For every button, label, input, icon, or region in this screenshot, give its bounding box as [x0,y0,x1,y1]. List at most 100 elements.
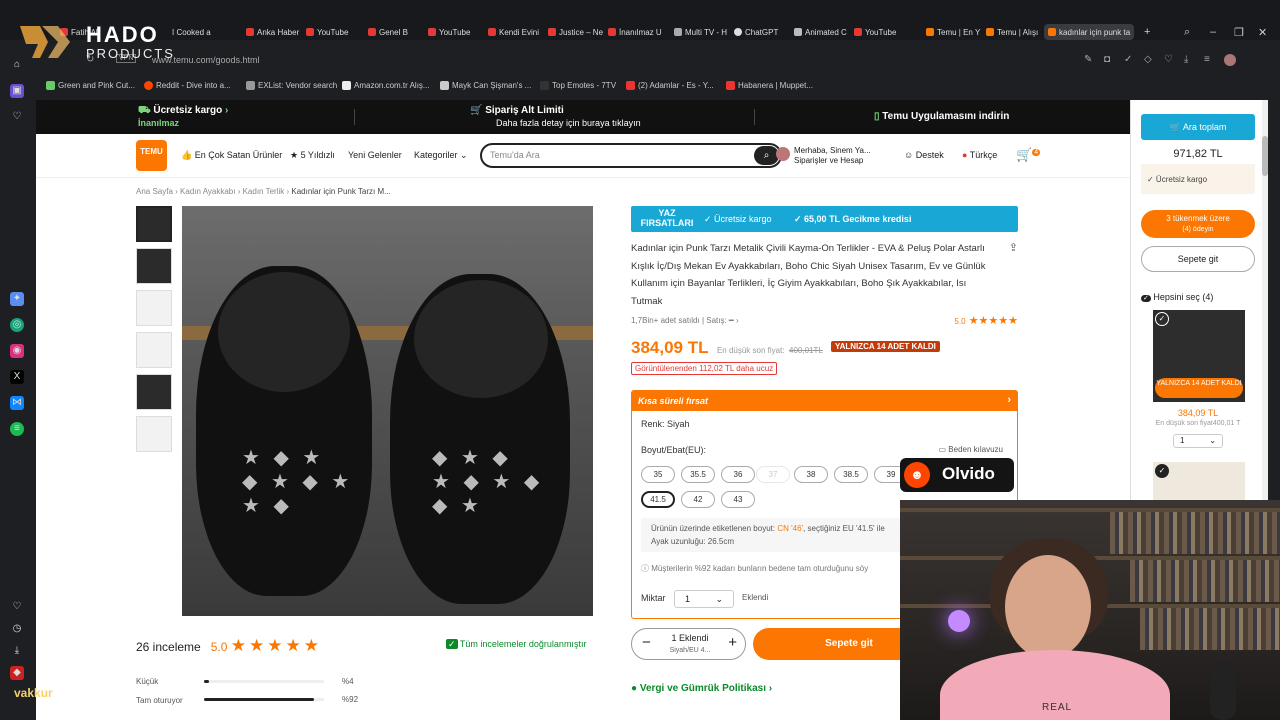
thumbnail[interactable] [136,248,172,284]
wallet-icon[interactable]: ▣ [10,84,24,98]
download-icon[interactable]: ⤓ [1184,54,1188,65]
thumbnail[interactable] [136,206,172,242]
search-box[interactable]: Temu'da Ara ⌕ [480,143,782,168]
x-icon[interactable]: X [10,370,24,384]
account-menu[interactable]: Merhaba, Sinem Ya... Siparişler ve Hesap [776,146,871,166]
size-option[interactable]: 35 [641,466,675,483]
tab-8[interactable]: İnanılmaz U [608,24,664,40]
share-icon[interactable]: ◇ [1144,54,1152,65]
history-icon[interactable]: ◷ [10,622,24,636]
crumb-shoes[interactable]: Kadın Ayakkabı [180,187,235,196]
crumb-slippers[interactable]: Kadın Terlik [243,187,285,196]
chatgpt-icon[interactable]: ◎ [10,318,24,332]
check-icon[interactable]: ✓ [1155,312,1169,326]
bluesky-icon[interactable]: ⋈ [10,396,24,410]
thumbnail[interactable] [136,332,172,368]
spotify-icon[interactable]: ≡ [10,422,24,436]
tab-12[interactable]: YouTube [854,24,910,40]
tab-10[interactable]: ChatGPT [734,24,790,40]
bookmark-2[interactable]: EXList: Vendor search [246,81,337,90]
free-shipping-promo[interactable]: ⛟ Ücretsiz kargo › İnanılmaz [138,105,228,130]
tab-15-active[interactable]: kadınlar için punk ta [1044,24,1134,40]
support-link[interactable]: ☺ Destek [904,150,944,160]
menu-icon[interactable]: ≡ [1204,54,1210,65]
size-option-selected[interactable]: 41.5 [641,491,675,508]
size-guide-link[interactable]: ▭ Beden kılavuzu [939,445,1004,454]
checkout-urgent-button[interactable]: 3 tükenmek üzere (4) ödeyin [1141,210,1255,238]
shield-icon[interactable]: ◆ [10,666,24,680]
check-icon[interactable]: ✓ [1155,464,1169,478]
bookmark-heart-icon[interactable]: ♡ [1164,54,1173,65]
bookmark-4[interactable]: Mayk Can Şişman's ... [440,81,531,90]
size-option[interactable]: 43 [721,491,755,508]
tab-14[interactable]: Temu | Alışı [986,24,1042,40]
close-icon[interactable]: ✕ [1258,26,1267,39]
tab-5[interactable]: YouTube [428,24,484,40]
tab-2[interactable]: Anka Haber [246,24,302,40]
cart-item-qty-select[interactable]: 1 ⌄ [1173,434,1223,448]
thumbnail[interactable] [136,416,172,452]
tab-9[interactable]: Multi TV - H [674,24,730,40]
tab-6[interactable]: Kendi Evini [488,24,544,40]
favorites-icon[interactable]: ♡ [10,600,24,614]
bookmark-5[interactable]: Top Emotes - 7TV [540,81,616,90]
thumbnail[interactable] [136,374,172,410]
tab-11[interactable]: Animated C [794,24,850,40]
share-icon[interactable]: ⇪ [1009,240,1018,258]
extension-icon[interactable]: ✓ [1124,54,1132,65]
tab-4[interactable]: Genel B [368,24,420,40]
quantity-select[interactable]: 1 ⌄ [674,590,734,608]
nav-bestsellers[interactable]: 👍 En Çok Satan Ürünler [181,150,282,161]
size-option[interactable]: 42 [681,491,715,508]
product-main-image[interactable]: ★ ◆ ★ ◆ ★ ◆ ★ ★ ◆ ◆ ★ ◆ ★ ◆ ★ ◆ ◆ ★ [182,206,593,616]
thumbnail[interactable] [136,290,172,326]
tab-13[interactable]: Temu | En Y [926,24,982,40]
review-summary[interactable]: 26 inceleme 5.0 ★★★★★ [136,636,322,656]
tab-7[interactable]: Justice – Ne [548,24,604,40]
downloads-icon[interactable]: ⤓ [10,644,24,658]
cart-item-image[interactable]: ✓ [1153,462,1245,500]
language-select[interactable]: ● Türkçe [962,150,997,160]
camera-icon[interactable]: ◘ [1104,54,1110,65]
cart-icon[interactable]: 🛒 4 [1016,147,1041,163]
page-scrollbar[interactable] [1262,100,1268,500]
crumb-home[interactable]: Ana Sayfa [136,187,173,196]
tax-policy-link[interactable]: ● Vergi ve Gümrük Politikası › [631,683,772,694]
size-option[interactable]: 38 [794,466,828,483]
bookmark-1[interactable]: Reddit - Dive into a... [144,81,231,90]
tab-3[interactable]: YouTube [306,24,362,40]
increment-button[interactable]: + [728,634,737,651]
subtotal-button[interactable]: 🛒 Ara toplam [1141,114,1255,140]
nav-categories[interactable]: Kategoriler ⌄ [414,150,468,161]
tab-search-icon[interactable]: ⌕ [1184,26,1190,39]
search-input[interactable]: Temu'da Ara [490,150,540,160]
temu-logo[interactable]: TEMU [136,140,167,171]
order-limit-promo[interactable]: 🛒 Sipariş Alt Limiti Daha fazla detay iç… [470,105,641,130]
instagram-icon[interactable]: ◉ [10,344,24,358]
nav-five-star[interactable]: ★ 5 Yıldızlı [290,150,335,161]
size-option[interactable]: 38.5 [834,466,868,483]
flash-deal-header[interactable]: Kısa süreli fırsat › [632,391,1017,411]
bookmark-7[interactable]: Habanera | Muppet... [726,81,813,90]
minimize-icon[interactable]: – [1210,26,1216,38]
size-option[interactable]: 35.5 [681,466,715,483]
nav-new-arrivals[interactable]: Yeni Gelenler [348,150,402,160]
app-download-promo[interactable]: ▯ Temu Uygulamasını indirin [874,111,1009,123]
edit-icon[interactable]: ✎ [1084,54,1092,65]
cart-go-button[interactable]: Sepete git [1141,246,1255,272]
scrollbar-thumb[interactable] [1262,136,1268,176]
product-rating[interactable]: 5.0 ★★★★★ [955,314,1019,327]
bookmark-0[interactable]: Green and Pink Cut... [46,81,135,90]
summer-deals-banner[interactable]: YAZ FIRSATLARI ✓ Ücretsiz kargo ✓ 65,00 … [631,206,1018,232]
decrement-button[interactable]: − [642,634,651,651]
size-option[interactable]: 36 [721,466,755,483]
bookmark-6[interactable]: (2) Adamlar - Es - Y... [626,81,714,90]
select-all-checkbox[interactable]: ✓ Hepsini seç (4) [1141,292,1213,302]
profile-avatar[interactable] [1224,54,1236,66]
heart-icon[interactable]: ♡ [10,110,24,124]
ai-icon[interactable]: ✦ [10,292,24,306]
new-tab-icon[interactable]: + [1144,26,1150,38]
seller-link[interactable]: Satış: ━ › [706,316,738,325]
restore-icon[interactable]: ❐ [1234,26,1244,39]
bookmark-3[interactable]: Amazon.com.tr Alış... [342,81,430,90]
